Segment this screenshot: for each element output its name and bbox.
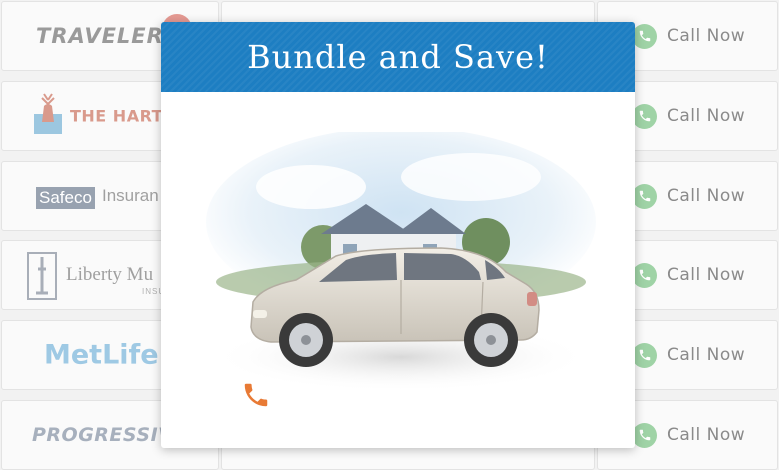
call-now-label: Call Now (667, 345, 746, 365)
phone-icon (632, 262, 657, 288)
call-now-label: Call Now (667, 425, 746, 445)
phone-icon (632, 342, 657, 368)
call-now-label: Call Now (667, 265, 746, 285)
modal-header: Bundle and Save! (161, 22, 635, 92)
call-now-label: Call Now (667, 26, 746, 46)
phone-icon (632, 422, 657, 448)
safeco-logo-text: Insuran (102, 186, 159, 205)
call-now-label: Call Now (667, 106, 746, 126)
progressive-logo-text: PROGRESSIV (32, 424, 174, 446)
phone-icon (632, 23, 657, 49)
phone-icon (632, 183, 657, 209)
modal-title: Bundle and Save! (247, 38, 549, 76)
travelers-logo-text: TRAVELERS (36, 24, 180, 48)
bundle-modal[interactable]: Bundle and Save! (161, 22, 635, 448)
liberty-logo-text: Liberty Mu (66, 264, 154, 285)
car-and-house-illustration (206, 132, 596, 392)
call-now-label: Call Now (667, 186, 746, 206)
phone-icon (632, 103, 657, 129)
metlife-logo-text: MetLife (44, 339, 159, 371)
statue-of-liberty-icon (27, 252, 57, 300)
phone-icon[interactable] (241, 380, 271, 410)
stag-icon (34, 93, 62, 134)
safeco-logo-box: Safeco (36, 187, 95, 209)
